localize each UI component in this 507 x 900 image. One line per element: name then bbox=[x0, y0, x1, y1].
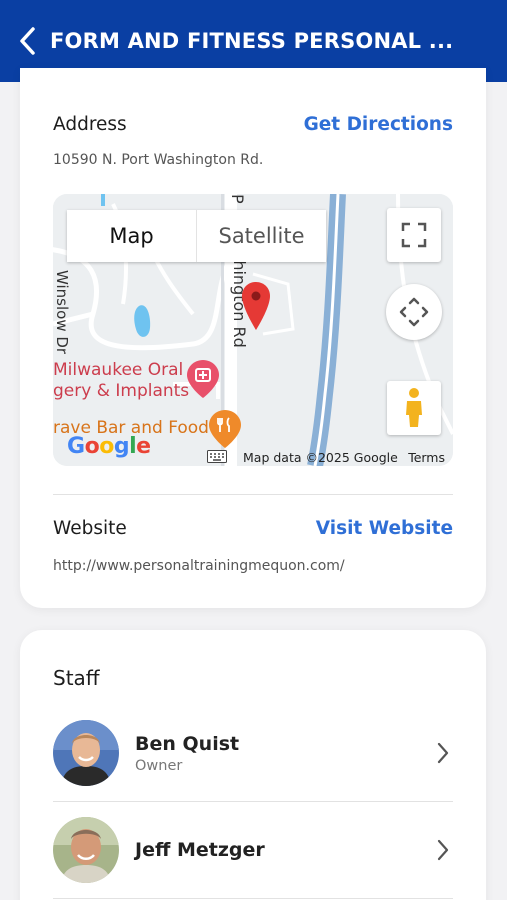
staff-role: Owner bbox=[135, 757, 183, 774]
address-row: Address Get Directions bbox=[53, 114, 453, 135]
map-tab-map[interactable]: Map bbox=[67, 210, 197, 262]
place-label-milwaukee-oral: Milwaukee Oral bbox=[53, 360, 184, 380]
website-label: Website bbox=[53, 518, 127, 539]
map-pan-control[interactable] bbox=[386, 284, 442, 340]
staff-name: Ben Quist bbox=[135, 732, 240, 755]
info-card: Address Get Directions 10590 N. Port Was… bbox=[20, 68, 486, 608]
map-type-toggle: Map Satellite bbox=[67, 210, 326, 262]
chevron-right-icon bbox=[433, 738, 453, 768]
address-text: 10590 N. Port Washington Rd. bbox=[53, 152, 264, 168]
location-pin-icon bbox=[242, 282, 270, 330]
back-button[interactable] bbox=[14, 23, 42, 59]
road-label-p: P bbox=[228, 194, 247, 204]
street-view-button[interactable] bbox=[387, 381, 441, 435]
visit-website-link[interactable]: Visit Website bbox=[316, 518, 453, 539]
staff-row-jeff-metzger[interactable]: Jeff Metzger bbox=[53, 817, 453, 883]
divider bbox=[53, 801, 453, 802]
road-label-winslow: Winslow Dr bbox=[53, 270, 71, 355]
map-terms-link[interactable]: Terms bbox=[408, 450, 445, 465]
divider bbox=[53, 494, 453, 495]
get-directions-link[interactable]: Get Directions bbox=[304, 114, 453, 135]
map-attribution: Map data ©2025 Google bbox=[243, 450, 398, 465]
pegman-icon bbox=[406, 388, 422, 427]
staff-row-ben-quist[interactable]: Ben Quist Owner bbox=[53, 720, 453, 786]
staff-name: Jeff Metzger bbox=[135, 839, 265, 861]
website-row: Website Visit Website bbox=[53, 518, 453, 539]
chevron-left-icon bbox=[20, 27, 35, 55]
google-logo: Google bbox=[67, 434, 151, 459]
keyboard-icon[interactable] bbox=[207, 450, 227, 463]
staff-card: Staff Ben Quist Owner Jeff Metzger bbox=[20, 630, 486, 900]
fullscreen-button[interactable] bbox=[387, 208, 441, 262]
divider bbox=[53, 898, 453, 899]
address-label: Address bbox=[53, 114, 127, 135]
move-arrows-icon bbox=[399, 297, 429, 327]
staff-title: Staff bbox=[53, 666, 100, 690]
place-label-implants: gery & Implants bbox=[53, 381, 190, 401]
map-view[interactable]: Winslow Dr shington Rd P Map Satellite M… bbox=[53, 194, 453, 466]
fullscreen-icon bbox=[401, 222, 427, 248]
map-tab-satellite[interactable]: Satellite bbox=[197, 210, 326, 262]
avatar bbox=[53, 720, 119, 786]
website-url: http://www.personaltrainingmequon.com/ bbox=[53, 558, 345, 574]
avatar bbox=[53, 817, 119, 883]
restaurant-icon bbox=[209, 410, 241, 448]
page-title: FORM AND FITNESS PERSONAL ... bbox=[50, 29, 454, 53]
medical-place-icon bbox=[187, 360, 219, 398]
chevron-right-icon bbox=[433, 835, 453, 865]
